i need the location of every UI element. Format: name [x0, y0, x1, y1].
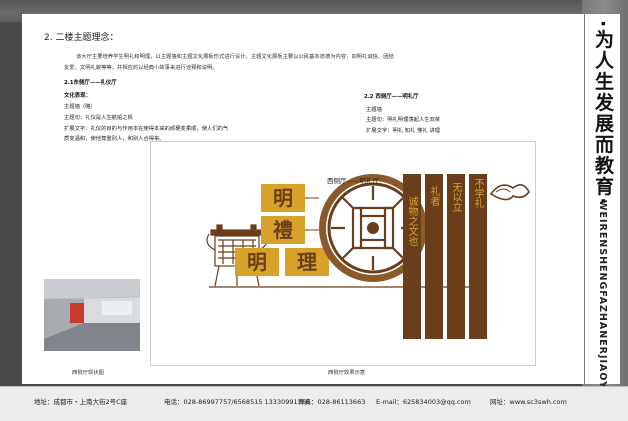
photo-drawing	[44, 279, 140, 351]
panel-text-4: 诚物之文也	[406, 196, 417, 246]
east-expand-line-1: 扩展文字：礼仪的目的与作用本在使得本来的顽梗变柔顺，使人们的气	[64, 126, 229, 132]
footer-contact-bar: 地址：成都市・上南大街2号C座 电话：028-86997757/6568515 …	[0, 386, 628, 421]
theme-wall-rendering: 明 禮 明 理 西侧厅——明礼厅 不学礼 无以立 礼者 诚物之文也	[150, 141, 536, 366]
west-expand-text: 扩展文字：明礼 知礼 懂礼 讲理	[366, 128, 440, 134]
render-char-2: 禮	[273, 218, 293, 242]
vertical-title-panel: ·为人生发展而教育· WEIRENSHENGFAZHANERJIAOYU	[585, 14, 620, 398]
east-wall-label: 主题墙（略）	[64, 104, 96, 110]
panel-text-3: 礼者	[428, 186, 439, 206]
render-caption: 西侧厅效果示意	[328, 370, 366, 376]
section-heading: 2. 二楼主题理念：	[44, 33, 119, 43]
current-hall-photo	[44, 279, 140, 351]
west-wall-label: 主题墙	[366, 107, 382, 113]
west-theme-sentence: 主题句：明礼明理荡起人生双桨	[366, 117, 441, 123]
photo-caption: 西侧厅现状图	[72, 370, 104, 376]
render-char-3: 明	[235, 248, 279, 276]
culture-label: 文化表现：	[64, 93, 91, 99]
footer-website[interactable]: 网址：www.sc3swh.com	[490, 396, 567, 406]
intro-line-2: 友爱、文明礼貌等等，并相应的以经典小故事来进行诠释和说明。	[64, 65, 218, 71]
footer-fax: 传真：028-86113663	[298, 398, 366, 406]
footer-email-text: E-mail：625834003@qq.com	[376, 398, 471, 406]
footer-website-text: 网址：www.sc3swh.com	[490, 398, 567, 406]
west-hall-title: 2.2 西侧厅——明礼厅	[364, 94, 419, 100]
east-hall-title: 2.1东侧厅——礼仪厅	[64, 80, 117, 86]
panel-text-1: 不学礼	[472, 178, 483, 208]
auspicious-cloud-icon	[489, 184, 530, 201]
east-theme-sentence: 主题句：礼仪是人生航船之帆	[64, 115, 133, 121]
render-char-1: 明	[273, 186, 293, 210]
render-label: 西侧厅——明礼厅	[327, 177, 379, 185]
footer-email[interactable]: E-mail：625834003@qq.com	[376, 396, 471, 406]
intro-line-1: 该大厅主要培养学生明礼和明理，以主题墙和主题文化展板形式进行设计。主题文化展板主…	[76, 54, 394, 60]
footer-address: 地址：成都市・上南大街2号C座	[34, 398, 128, 406]
vertical-title-pinyin: WEIRENSHENGFAZHANERJIAOYU	[597, 200, 608, 398]
panel-text-2: 无以立	[450, 182, 461, 212]
render-char-4: 理	[297, 250, 317, 274]
footer-phone: 电话：028-86997757/6568515 13330991366	[164, 398, 311, 406]
vertical-title-chinese: ·为人生发展而教育·	[592, 20, 614, 207]
